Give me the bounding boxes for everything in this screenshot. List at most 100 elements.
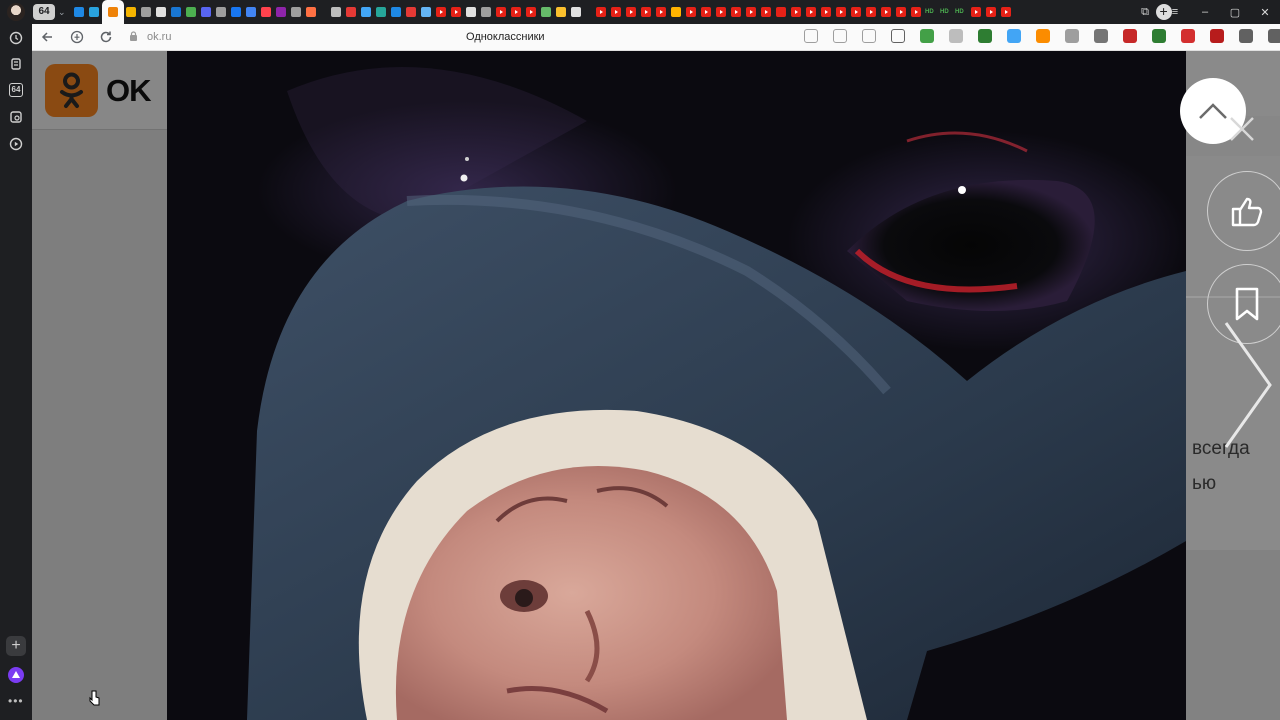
download-red-icon[interactable] [1123, 29, 1137, 43]
tab[interactable] [669, 0, 684, 24]
tab[interactable] [199, 0, 214, 24]
tab[interactable] [494, 0, 509, 24]
tab[interactable] [699, 0, 714, 24]
tab[interactable] [684, 0, 699, 24]
globe-icon[interactable] [1065, 29, 1079, 43]
tab[interactable] [969, 0, 984, 24]
check-green-icon[interactable] [1152, 29, 1166, 43]
tab[interactable] [849, 0, 864, 24]
puzzle-icon[interactable] [1239, 29, 1253, 43]
tab[interactable] [999, 0, 1014, 24]
tab[interactable] [259, 0, 274, 24]
tab[interactable] [304, 0, 319, 24]
tab-active[interactable] [101, 0, 124, 24]
tab[interactable] [864, 0, 879, 24]
tab[interactable] [554, 0, 569, 24]
tab[interactable] [774, 0, 789, 24]
tab-counter-panel-icon[interactable]: 64 [9, 83, 23, 97]
tab[interactable] [729, 0, 744, 24]
tab[interactable]: HD [924, 0, 939, 24]
tab[interactable] [509, 0, 524, 24]
tab[interactable] [139, 0, 154, 24]
tab[interactable] [539, 0, 554, 24]
tab[interactable] [984, 0, 999, 24]
tab[interactable] [289, 0, 304, 24]
tab[interactable] [214, 0, 229, 24]
alice-assistant-icon[interactable] [8, 667, 24, 683]
tab[interactable] [609, 0, 624, 24]
tab[interactable] [909, 0, 924, 24]
tab[interactable] [359, 0, 374, 24]
adguard-icon[interactable] [1210, 29, 1224, 43]
adblock-icon[interactable] [1181, 29, 1195, 43]
tab[interactable] [569, 0, 584, 24]
bookmark-icon[interactable] [891, 29, 905, 43]
screenshot-icon[interactable] [9, 110, 23, 124]
vpn-icon[interactable] [1094, 29, 1108, 43]
chevron-down-icon[interactable]: ⌄ [58, 7, 66, 18]
tab[interactable] [819, 0, 834, 24]
extension-green-icon[interactable] [920, 29, 934, 43]
tab[interactable] [524, 0, 539, 24]
tab[interactable] [744, 0, 759, 24]
collections-icon[interactable] [9, 57, 23, 71]
odnoklassniki-logo-icon[interactable] [45, 64, 98, 117]
maximize-icon[interactable]: ▢ [1220, 6, 1250, 19]
tab[interactable] [344, 0, 359, 24]
tab-counter-button[interactable]: 64 [33, 4, 55, 20]
kaspersky-icon[interactable] [978, 29, 992, 43]
tab[interactable] [594, 0, 609, 24]
tab[interactable] [789, 0, 804, 24]
next-photo-icon[interactable] [1222, 319, 1274, 451]
profile-avatar[interactable] [7, 3, 25, 21]
reader-icon[interactable] [862, 29, 876, 43]
tab[interactable] [879, 0, 894, 24]
tab[interactable] [87, 0, 102, 24]
reload-icon[interactable] [99, 30, 113, 44]
close-viewer-icon[interactable] [1228, 115, 1256, 143]
tab[interactable] [389, 0, 404, 24]
tab[interactable] [419, 0, 434, 24]
tab[interactable] [464, 0, 479, 24]
tab[interactable] [624, 0, 639, 24]
tab[interactable] [449, 0, 464, 24]
menu-icon[interactable]: ≡ [1160, 6, 1190, 18]
photo-viewer[interactable] [167, 51, 1186, 720]
tab[interactable] [72, 0, 87, 24]
tab[interactable]: HD [954, 0, 969, 24]
tab[interactable] [434, 0, 449, 24]
tab[interactable] [374, 0, 389, 24]
minimize-icon[interactable]: – [1190, 6, 1220, 18]
close-window-icon[interactable]: ✕ [1250, 6, 1280, 19]
clock-icon[interactable] [9, 31, 23, 45]
protect-icon[interactable] [70, 30, 84, 44]
tab[interactable]: HD [939, 0, 954, 24]
tab[interactable] [714, 0, 729, 24]
downloads-icon[interactable] [1268, 29, 1280, 43]
tab[interactable] [184, 0, 199, 24]
restore-icon[interactable]: ⧉ [1130, 6, 1160, 19]
cloud-extension-icon[interactable] [1007, 29, 1021, 43]
tab[interactable] [804, 0, 819, 24]
translate-page-icon[interactable] [804, 29, 818, 43]
tab[interactable] [244, 0, 259, 24]
diamond-extension-icon[interactable] [949, 29, 963, 43]
more-icon[interactable]: ••• [8, 694, 24, 708]
play-icon[interactable] [9, 137, 23, 151]
tab[interactable] [639, 0, 654, 24]
tab[interactable] [329, 0, 344, 24]
tab[interactable] [759, 0, 774, 24]
ok-logo-text[interactable]: OK [106, 73, 151, 109]
tab[interactable] [229, 0, 244, 24]
tab[interactable] [834, 0, 849, 24]
ghostery-icon[interactable] [1036, 29, 1050, 43]
tab[interactable] [154, 0, 169, 24]
tab[interactable] [124, 0, 139, 24]
back-icon[interactable] [40, 30, 54, 44]
lock-icon[interactable] [129, 31, 138, 41]
like-button[interactable] [1207, 171, 1280, 251]
tab[interactable] [169, 0, 184, 24]
tab[interactable] [479, 0, 494, 24]
tab[interactable] [654, 0, 669, 24]
tab[interactable] [274, 0, 289, 24]
